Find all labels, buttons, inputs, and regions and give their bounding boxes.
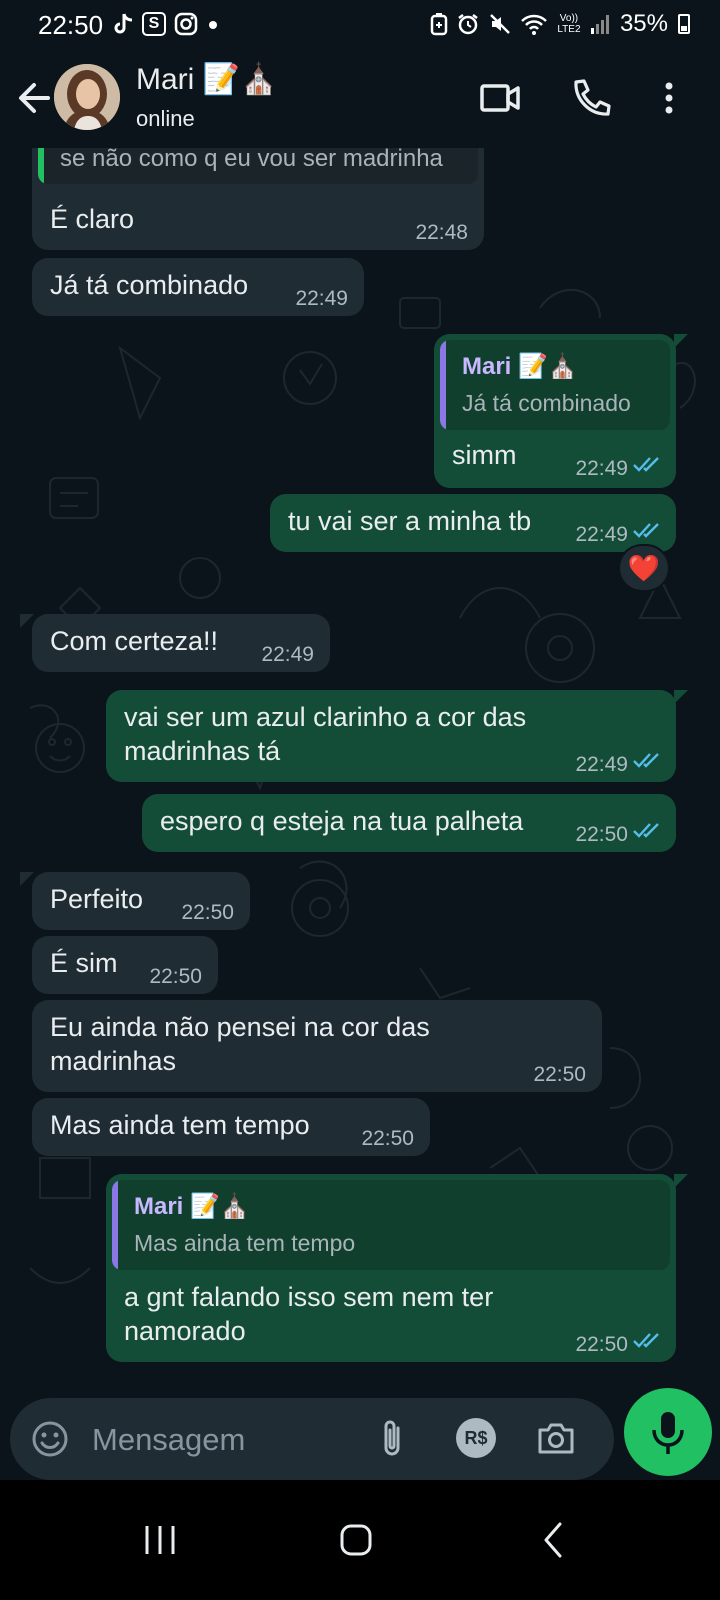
quote-bar [112, 1180, 118, 1270]
quote-author: Mari 📝⛪ [462, 353, 578, 380]
battery-icon [678, 14, 690, 34]
message-text: Com certeza!! [50, 626, 219, 656]
message-text-line: Eu ainda não pensei na cor das [50, 1012, 430, 1042]
chat-header: Mari 📝⛪ online [0, 52, 720, 148]
quote-author: Mari 📝⛪ [134, 1193, 250, 1220]
message-incoming[interactable]: É sim 22:50 [32, 936, 218, 994]
message-time: 22:49 [575, 753, 628, 776]
signal-icon [590, 15, 609, 34]
avatar[interactable] [54, 64, 120, 130]
message-incoming[interactable]: Já tá combinado 22:49 [32, 258, 364, 316]
message-text: É claro [50, 204, 135, 234]
message-incoming[interactable]: Mas ainda tem tempo 22:50 [32, 1098, 430, 1156]
message-time: 22:49 [575, 457, 628, 480]
message-outgoing[interactable]: espero q esteja na tua palheta 22:50 [142, 794, 676, 852]
microphone-icon [652, 1412, 684, 1454]
message-time: 22:50 [361, 1127, 414, 1150]
avatar-image [54, 64, 120, 130]
reaction-badge[interactable]: ❤️ [618, 544, 670, 592]
instagram-icon [174, 12, 198, 36]
message-outgoing[interactable]: vai ser um azul clarinho a cor das madri… [106, 690, 676, 782]
system-icons: Vo)) LTE2 35% [430, 10, 690, 38]
message-time: 22:50 [149, 965, 202, 988]
message-time: 22:49 [575, 523, 628, 546]
message-incoming[interactable]: Com certeza!! 22:49 [32, 614, 330, 672]
status-time: 22:50 [38, 10, 104, 40]
message-composer: R$ [10, 1398, 614, 1480]
status-bar: 22:50 S Vo)) LTE2 35% [0, 0, 720, 52]
attach-icon[interactable] [374, 1418, 410, 1460]
reply-quote[interactable]: Mari 📝⛪ Mas ainda tem tempo [112, 1180, 670, 1270]
voice-call-icon[interactable] [566, 74, 614, 122]
message-text: tu vai ser a minha tb [288, 506, 532, 536]
message-outgoing[interactable]: Mari 📝⛪ Mas ainda tem tempo a gnt faland… [106, 1174, 676, 1362]
message-time: 22:49 [295, 287, 348, 310]
video-call-icon[interactable] [476, 74, 524, 122]
alarm-icon [458, 14, 478, 35]
contact-name[interactable]: Mari 📝⛪ [136, 62, 277, 97]
read-ticks-icon [633, 457, 659, 472]
dot-icon [209, 21, 217, 29]
bubble-tail [674, 690, 688, 704]
more-options-icon[interactable] [654, 74, 684, 122]
message-time: 22:50 [181, 901, 234, 924]
bubble-tail [674, 334, 688, 348]
read-ticks-icon [633, 1333, 659, 1348]
bubble-tail [674, 1174, 688, 1188]
read-ticks-icon [633, 753, 659, 768]
message-text: Já tá combinado [50, 270, 249, 300]
message-text: Perfeito [50, 884, 144, 914]
read-ticks-icon [633, 523, 659, 538]
quote-text: Já tá combinado [462, 390, 631, 416]
system-nav-bar [0, 1480, 720, 1600]
battery-saver-icon [430, 13, 448, 36]
message-input[interactable] [92, 1420, 362, 1460]
read-ticks-icon [633, 823, 659, 838]
volte-icon: Vo)) LTE2 [557, 13, 581, 35]
message-text-line: a gnt falando isso sem nem ter [124, 1282, 494, 1312]
wifi-icon [521, 14, 547, 35]
message-text-line: vai ser um azul clarinho a cor das [124, 702, 527, 732]
chat-area[interactable]: se não como q eu vou ser madrinha É clar… [0, 148, 720, 1398]
reply-quote[interactable]: se não como q eu vou ser madrinha [38, 148, 478, 184]
quote-bar [38, 148, 44, 184]
message-text-line: madrinhas [50, 1046, 177, 1076]
message-text: É sim [50, 948, 118, 978]
message-incoming[interactable]: se não como q eu vou ser madrinha É clar… [32, 148, 484, 250]
message-incoming[interactable]: Perfeito 22:50 [32, 872, 250, 930]
notification-icons: S [112, 12, 220, 36]
message-incoming[interactable]: Eu ainda não pensei na cor das madrinhas… [32, 1000, 602, 1092]
message-time: 22:50 [575, 823, 628, 846]
mute-icon [490, 14, 510, 34]
reply-quote[interactable]: Mari 📝⛪ Já tá combinado [440, 340, 670, 430]
message-text: simm [452, 440, 517, 470]
contact-status: online [136, 106, 195, 131]
message-time: 22:50 [575, 1333, 628, 1356]
back-nav-icon[interactable] [522, 1514, 582, 1566]
message-text-line: namorado [124, 1316, 246, 1346]
back-arrow-icon[interactable] [14, 76, 54, 120]
battery-percent: 35% [619, 10, 668, 37]
message-time: 22:49 [261, 643, 314, 666]
camera-icon[interactable] [534, 1418, 578, 1458]
payment-icon[interactable]: R$ [456, 1418, 496, 1458]
quote-text: Mas ainda tem tempo [134, 1230, 356, 1256]
message-outgoing[interactable]: tu vai ser a minha tb 22:49 [270, 494, 676, 552]
composer-bar: R$ [0, 1388, 720, 1480]
quote-text: se não como q eu vou ser madrinha [60, 148, 443, 172]
recent-apps-icon[interactable] [130, 1514, 190, 1566]
message-outgoing[interactable]: Mari 📝⛪ Já tá combinado simm 22:49 [434, 334, 676, 488]
message-text: Mas ainda tem tempo [50, 1110, 310, 1140]
emoji-icon[interactable] [30, 1419, 70, 1459]
s-icon: S [142, 12, 166, 36]
home-icon[interactable] [326, 1514, 386, 1566]
quote-bar [440, 340, 446, 430]
tiktok-icon [114, 13, 133, 34]
message-text: espero q esteja na tua palheta [160, 806, 524, 836]
message-time: 22:50 [533, 1063, 586, 1086]
voice-message-button[interactable] [624, 1388, 712, 1476]
message-time: 22:48 [415, 221, 468, 244]
message-text-line: madrinhas tá [124, 736, 281, 766]
